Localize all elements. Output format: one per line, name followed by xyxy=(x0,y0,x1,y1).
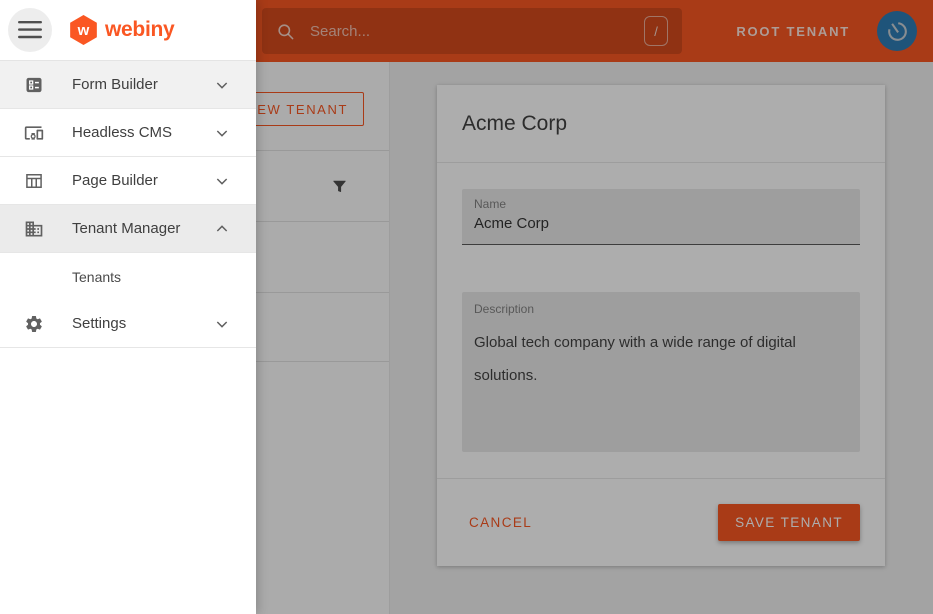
chevron-up-icon xyxy=(214,221,230,237)
sidebar-item-label: Tenant Manager xyxy=(72,220,180,237)
headless-cms-icon xyxy=(24,123,44,143)
sidebar-item-tenant-manager[interactable]: Tenant Manager xyxy=(0,205,256,253)
webiny-logo[interactable]: w webiny xyxy=(69,15,174,45)
navigation-drawer: w webiny Form Builder xyxy=(0,0,256,614)
chevron-down-icon xyxy=(214,173,230,189)
gear-icon xyxy=(24,314,44,334)
sidebar-item-label: Headless CMS xyxy=(72,124,172,141)
sidebar-item-label: Tenants xyxy=(72,269,121,285)
sidebar-item-page-builder[interactable]: Page Builder xyxy=(0,157,256,205)
sidebar-item-label: Page Builder xyxy=(72,172,158,189)
hamburger-icon xyxy=(18,21,42,39)
sidebar-item-headless-cms[interactable]: Headless CMS xyxy=(0,109,256,157)
hamburger-menu-button[interactable] xyxy=(8,8,52,52)
sidebar-item-form-builder[interactable]: Form Builder xyxy=(0,61,256,109)
drawer-header: w webiny xyxy=(0,0,256,61)
sidebar-item-label: Form Builder xyxy=(72,76,158,93)
webiny-logo-hexagon-icon: w xyxy=(69,15,98,45)
chevron-down-icon xyxy=(214,316,230,332)
sidebar-item-tenants[interactable]: Tenants xyxy=(0,253,256,300)
chevron-down-icon xyxy=(214,125,230,141)
chevron-down-icon xyxy=(214,77,230,93)
tenant-manager-icon xyxy=(24,219,44,239)
sidebar-item-label: Settings xyxy=(72,315,126,332)
webiny-logo-wordmark: webiny xyxy=(105,18,174,42)
sidebar-item-settings[interactable]: Settings xyxy=(0,300,256,348)
page-builder-icon xyxy=(24,171,44,191)
webiny-admin-app: / ROOT TENANT NEW TENANT xyxy=(0,0,933,614)
form-builder-icon xyxy=(24,75,44,95)
